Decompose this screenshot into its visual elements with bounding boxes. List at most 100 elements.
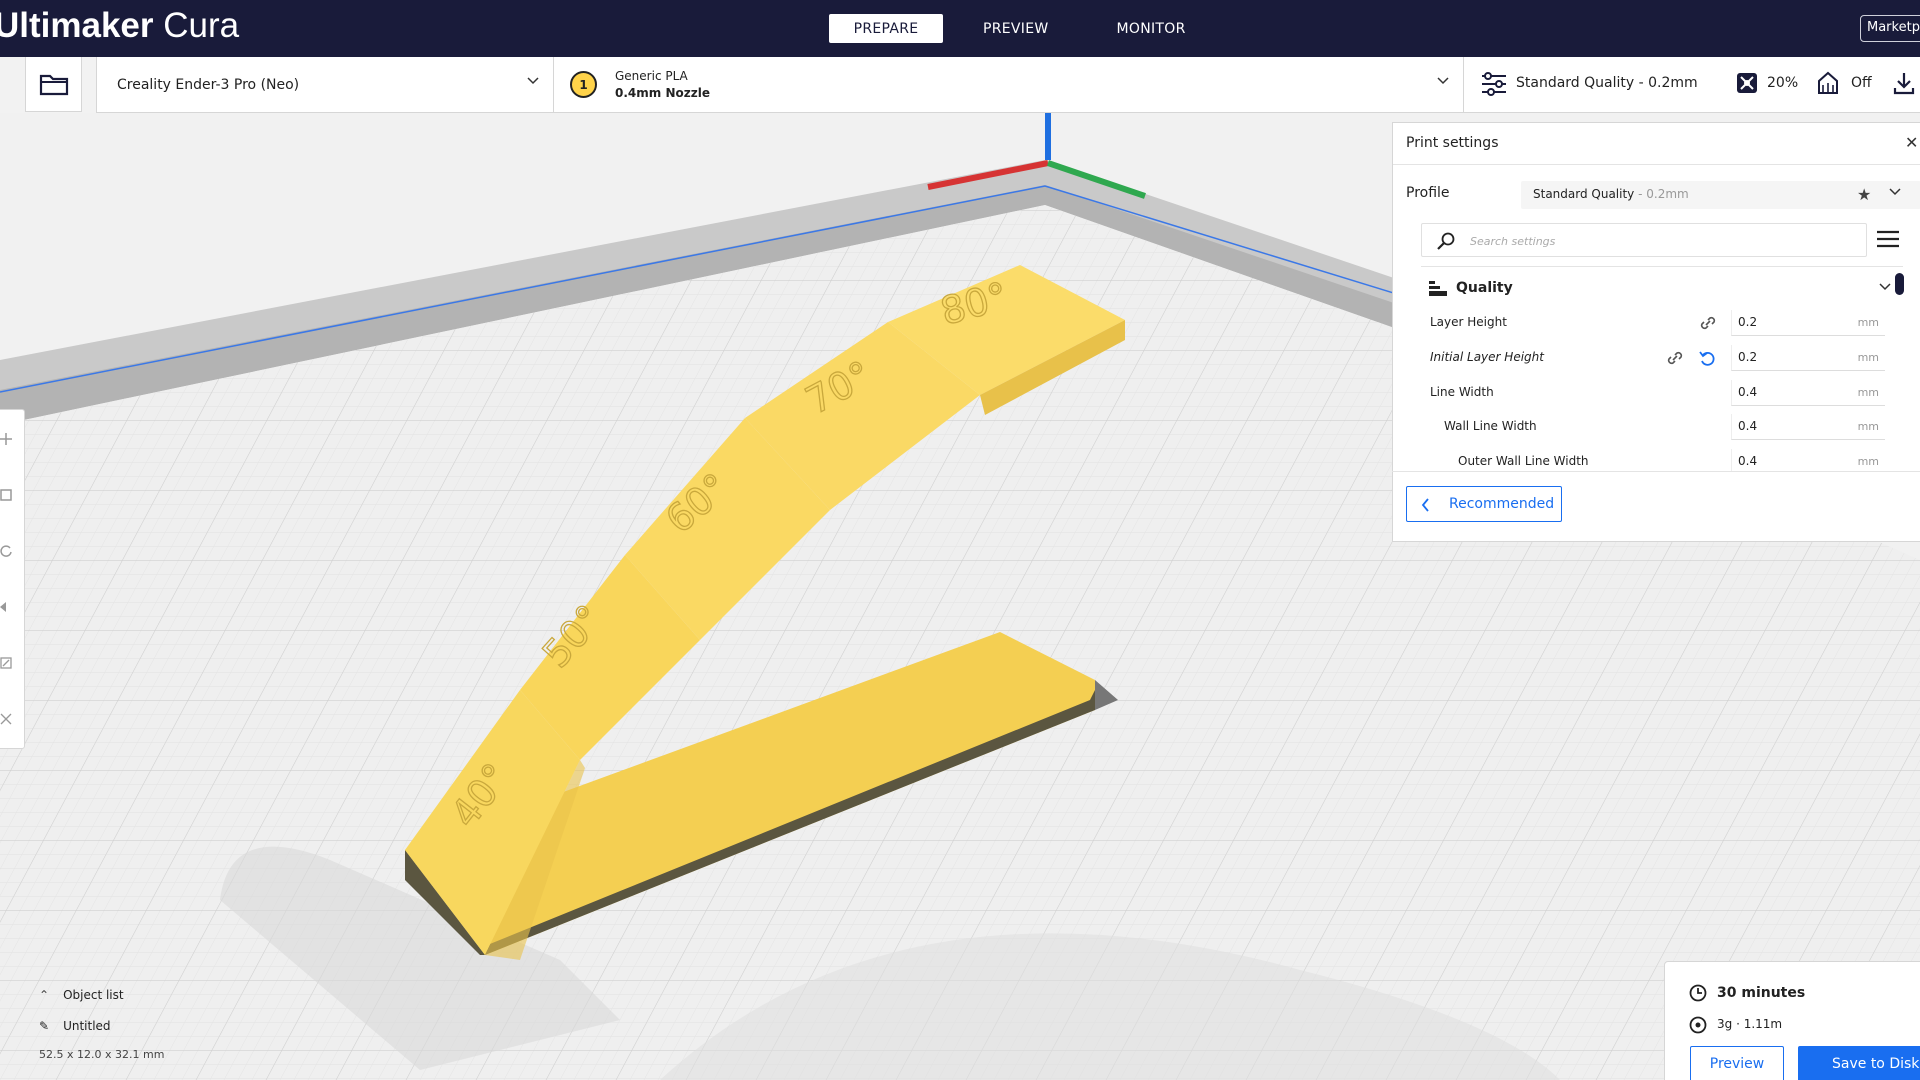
scale-icon <box>0 489 12 501</box>
setting-value: 0.2 <box>1738 315 1758 329</box>
printer-name: Creality Ender-3 Pro (Neo) <box>117 76 300 93</box>
material-name: Generic PLA <box>615 69 688 83</box>
category-quality[interactable]: Quality <box>1421 273 1903 303</box>
setting-row-layer-height: Layer Height 0.2 mm <box>0 310 1920 338</box>
sliders-icon <box>1482 72 1506 96</box>
support-blocker-tool[interactable] <box>0 712 13 732</box>
object-list-label: Object list <box>63 988 124 1002</box>
setting-row-initial-layer-height: Initial Layer Height 0.2 mm <box>0 345 1920 373</box>
search-icon <box>1437 232 1455 250</box>
setting-unit: mm <box>1857 420 1879 433</box>
setting-value: 0.2 <box>1738 350 1758 364</box>
setting-label: Initial Layer Height <box>1430 350 1544 364</box>
setting-label: Line Width <box>1430 385 1494 399</box>
setting-label: Layer Height <box>1430 315 1507 329</box>
scale-tool[interactable] <box>0 488 13 508</box>
open-file-button[interactable] <box>25 57 82 112</box>
machine-toolbar: Creality Ender-3 Pro (Neo) 1 Generic PLA… <box>96 57 1920 113</box>
setting-unit: mm <box>1857 386 1879 399</box>
app-logo-bold: Ultimaker <box>0 6 154 45</box>
pencil-icon: ✎ <box>39 1019 50 1033</box>
tab-preview[interactable]: PREVIEW <box>955 14 1077 43</box>
mirror-icon <box>0 602 6 612</box>
print-time: 30 minutes <box>1717 985 1806 1001</box>
per-model-settings-icon <box>0 657 12 669</box>
setting-row-line-width: Line Width 0.4 mm <box>0 380 1920 408</box>
per-model-settings-tool[interactable] <box>0 656 13 676</box>
print-settings-header: Print settings ✕ <box>1393 123 1920 165</box>
stage-tabs: PREPARE PREVIEW MONITOR <box>829 14 1226 43</box>
marketplace-button[interactable]: Marketplace <box>1860 15 1920 42</box>
app-logo-light: Cura <box>153 6 240 45</box>
chevron-down-icon <box>1437 77 1449 85</box>
material-estimate: 3g · 1.11m <box>1717 1017 1783 1031</box>
settings-scrollbar[interactable] <box>1895 273 1904 295</box>
rotate-tool[interactable] <box>0 544 13 564</box>
chevron-down-icon <box>1879 283 1891 291</box>
setting-input[interactable]: 0.4 mm <box>1731 449 1885 471</box>
save-to-disk-button[interactable]: Save to Disk <box>1798 1046 1920 1080</box>
setting-unit: mm <box>1857 455 1879 468</box>
tab-prepare[interactable]: PREPARE <box>829 14 943 43</box>
settings-divider <box>1421 266 1903 267</box>
chevron-down-icon <box>527 77 539 85</box>
support-blocker-icon <box>0 713 12 725</box>
tab-monitor[interactable]: MONITOR <box>1089 14 1214 43</box>
recommended-label: Recommended <box>1449 496 1555 512</box>
spool-icon <box>1689 1016 1707 1034</box>
hamburger-menu-icon[interactable] <box>1877 229 1899 249</box>
profile-name-sub: - 0.2mm <box>1634 187 1689 201</box>
object-dimensions: 52.5 x 12.0 x 32.1 mm <box>39 1048 165 1061</box>
close-icon[interactable]: ✕ <box>1905 133 1918 152</box>
header-bar: Ultimaker Cura PREPARE PREVIEW MONITOR M… <box>0 0 1920 57</box>
chevron-down-icon <box>1889 188 1901 196</box>
setting-unit: mm <box>1857 316 1879 329</box>
extruder-badge: 1 <box>570 71 597 98</box>
setting-input[interactable]: 0.2 mm <box>1731 345 1885 371</box>
extruder-material-selector[interactable]: 1 Generic PLA 0.4mm Nozzle <box>554 57 1464 112</box>
setting-label: Outer Wall Line Width <box>1458 454 1589 468</box>
app-logo: Ultimaker Cura <box>0 6 239 46</box>
setting-value: 0.4 <box>1738 385 1758 399</box>
infill-icon <box>1737 73 1757 93</box>
object-name-text: Untitled <box>63 1019 111 1033</box>
setting-row-outer-wall-line-width: Outer Wall Line Width 0.4 mm <box>0 449 1920 471</box>
object-name[interactable]: ✎ Untitled <box>39 1019 111 1033</box>
category-label: Quality <box>1456 280 1513 296</box>
quality-category-icon <box>1429 281 1447 296</box>
setting-input[interactable]: 0.4 mm <box>1731 380 1885 406</box>
settings-search-box <box>1421 223 1867 257</box>
setting-input[interactable]: 0.4 mm <box>1731 414 1885 440</box>
settings-search-input[interactable] <box>1470 231 1850 251</box>
link-icon[interactable] <box>1665 349 1685 367</box>
chevron-left-icon <box>1421 498 1429 512</box>
print-setup-selector[interactable]: Standard Quality - 0.2mm 20% Off <box>1464 57 1920 112</box>
clock-icon <box>1689 984 1707 1002</box>
profile-dropdown[interactable]: Standard Quality - 0.2mm ★ <box>1521 181 1920 209</box>
setting-unit: mm <box>1857 351 1879 364</box>
settings-list-bottom-border <box>1392 471 1920 472</box>
reset-icon[interactable] <box>1698 349 1718 369</box>
download-icon <box>1893 73 1915 95</box>
preview-button[interactable]: Preview <box>1690 1046 1784 1080</box>
printer-selector[interactable]: Creality Ender-3 Pro (Neo) <box>97 57 554 112</box>
setting-input[interactable]: 0.2 mm <box>1731 310 1885 336</box>
setting-value: 0.4 <box>1738 454 1758 468</box>
quality-label: Standard Quality - 0.2mm <box>1516 75 1698 91</box>
star-icon[interactable]: ★ <box>1857 185 1871 204</box>
infill-value: 20% <box>1767 75 1799 91</box>
mirror-tool[interactable] <box>0 600 13 620</box>
support-icon <box>1818 71 1838 94</box>
print-settings-title: Print settings <box>1406 135 1499 151</box>
link-icon[interactable] <box>1698 314 1718 332</box>
rotate-icon <box>0 545 12 557</box>
folder-icon <box>39 74 68 96</box>
recommended-button[interactable]: Recommended <box>1406 486 1562 522</box>
setting-value: 0.4 <box>1738 419 1758 433</box>
object-list-toggle[interactable]: ⌃ Object list <box>39 988 124 1002</box>
setting-label: Wall Line Width <box>1444 419 1537 433</box>
action-panel: 30 minutes 3g · 1.11m Preview Save to Di… <box>1664 961 1920 1080</box>
chevron-up-icon: ⌃ <box>39 988 50 1002</box>
support-value: Off <box>1851 75 1872 91</box>
profile-name: Standard Quality - 0.2mm <box>1533 187 1689 201</box>
